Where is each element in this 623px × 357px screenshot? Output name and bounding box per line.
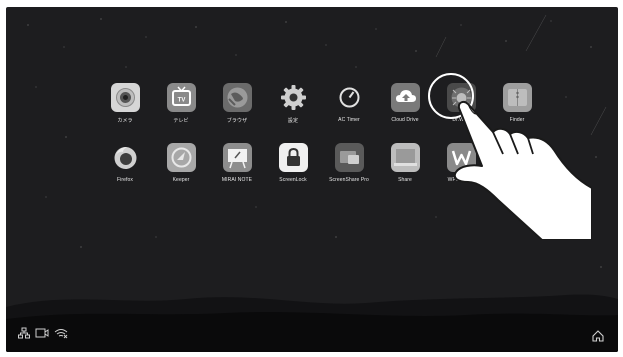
app-browser[interactable]: ブラウザ [210, 83, 264, 137]
wifi-off-icon [54, 329, 68, 339]
globe-icon [222, 83, 252, 112]
app-keeper[interactable]: Keeper [154, 143, 208, 197]
svg-text:TV: TV [177, 98, 185, 104]
app-label: Share [398, 177, 412, 183]
cast-icon [35, 328, 49, 338]
screenshare-icon [334, 143, 364, 172]
keeper-icon [166, 143, 196, 172]
app-label: ScreenLock [279, 177, 307, 183]
app-label: AC Timer [338, 117, 360, 123]
timer-icon [335, 83, 364, 112]
app-camera[interactable]: カメラ [98, 83, 152, 137]
app-settings[interactable]: 設定 [266, 83, 320, 137]
app-ac-timer[interactable]: AC Timer [322, 83, 376, 137]
app-label: Firefox [117, 177, 133, 183]
app-mirai-note[interactable]: MIRAI NOTE [210, 143, 264, 197]
app-label: Keeper [172, 177, 190, 183]
home-icon[interactable] [591, 329, 605, 343]
app-screenshare-pro[interactable]: ScreenShare Pro [322, 143, 376, 197]
app-label: テレビ [173, 118, 189, 124]
app-label: MIRAI NOTE [221, 177, 253, 183]
app-label: カメラ [117, 118, 133, 124]
app-label: ScreenShare Pro [329, 177, 369, 183]
app-screenlock[interactable]: ScreenLock [266, 143, 320, 197]
app-tv[interactable]: TV テレビ [154, 83, 208, 137]
pointing-hand-illustration [453, 100, 592, 240]
lock-icon [278, 143, 308, 172]
network-icon [18, 327, 30, 339]
camera-icon [110, 83, 140, 112]
gear-icon [279, 83, 308, 112]
app-firefox[interactable]: Firefox [98, 143, 152, 197]
app-label: 設定 [287, 118, 299, 124]
whiteboard-icon [222, 143, 252, 172]
app-label: ブラウザ [226, 118, 248, 124]
tv-icon: TV [166, 83, 196, 112]
status-bar [18, 327, 68, 339]
firefox-icon [111, 143, 140, 172]
